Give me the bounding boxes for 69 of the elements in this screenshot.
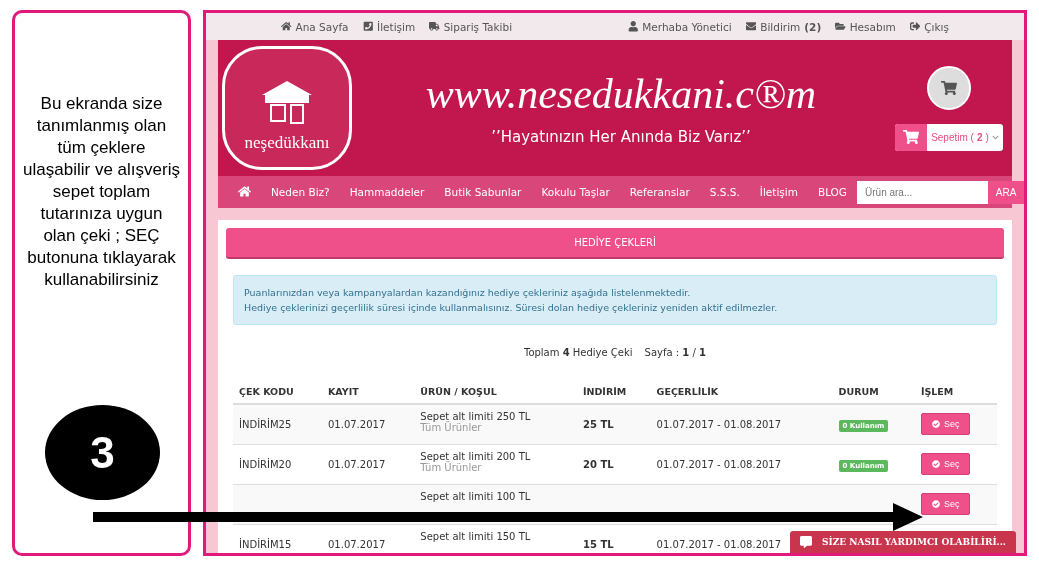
search-field[interactable]: Ürün ara... (857, 180, 988, 204)
nav-link[interactable]: S.S.S. (699, 186, 750, 198)
select-button[interactable]: Seç (920, 493, 971, 515)
truck-icon (429, 21, 440, 32)
link-label: İletişim (377, 20, 416, 33)
chat-widget[interactable]: SİZE NASIL YARDIMCI OLABİLİRİ... (789, 531, 1016, 553)
nav-link[interactable]: Butik Sabunlar (434, 186, 532, 198)
site-name: www.nesedukkani.c®m (425, 70, 817, 118)
section-title: HEDİYE ÇEKLERİ (226, 228, 1004, 259)
discount-amount: 15 TL (583, 538, 614, 550)
link-label: Hesabım (849, 20, 896, 33)
link-label: Ana Sayfa (295, 20, 349, 33)
created-date: 01.07.2017 (328, 458, 386, 470)
phone-icon (362, 21, 374, 32)
total-count: Toplam 4 Hediye Çeki (523, 347, 633, 358)
coupon-code: İNDİRİM25 (239, 418, 292, 430)
cart-button[interactable]: Sepetim ( 2 ) (895, 123, 1003, 151)
discount-amount: 25 TL (583, 418, 614, 430)
scope-text: Tüm Ürünler (420, 422, 483, 433)
link-label: Sipariş Takibi (443, 20, 513, 33)
top-bar-link[interactable]: Bildirim (2) (745, 20, 822, 33)
note-text: Bu ekranda size tanımlanmış olan tüm çeklere ulaşabilir ve alışveriş sepet toplam tutarınıza uygun olan çeki ; SEÇ butonuna tıklayarak kullanabilirsiniz (23, 93, 180, 291)
nav-link[interactable]: BLOG (807, 186, 857, 198)
logo-text: neşedükkanı (244, 133, 330, 153)
home-icon (281, 21, 292, 32)
cart-icon (903, 129, 920, 145)
top-bar-link[interactable]: Çıkış (909, 20, 949, 33)
nav-link[interactable]: İletişim (749, 186, 808, 198)
basket-icon (927, 65, 971, 110)
validity-range: 01.07.2017 - 01.08.2017 (656, 538, 782, 550)
discount-amount: 20 TL (583, 458, 614, 470)
coupon-code: İNDİRİM15 (239, 538, 292, 550)
logout-icon (909, 21, 921, 32)
validity-range: 01.07.2017 - 01.08.2017 (656, 418, 782, 430)
link-label: Çıkış (924, 20, 949, 33)
top-bar-link[interactable]: Hesabım (835, 20, 896, 33)
top-bar-link[interactable]: Ana Sayfa (281, 20, 349, 33)
nav-link[interactable]: Kokulu Taşlar (531, 186, 620, 198)
condition-text: Sepet alt limiti 150 TL (420, 530, 532, 542)
search-button[interactable]: ARA (988, 180, 1024, 204)
envelope-icon (745, 21, 757, 32)
select-button[interactable]: Seç (920, 453, 971, 475)
condition-text: Sepet alt limiti 100 TL (420, 490, 532, 502)
select-button[interactable]: Seç (920, 413, 971, 436)
user-icon (627, 21, 639, 32)
link-label: Bildirim (760, 20, 801, 33)
shop-logo[interactable]: neşedükkanı (222, 46, 352, 170)
home-icon (238, 184, 251, 198)
alert-text: Puanlarınızdan veya kampanyalardan kazandığınız hediye çekleriniz aşağıda listelenmektedir. (244, 286, 692, 300)
folder-icon (835, 21, 846, 32)
nav-link[interactable]: Neden Biz? (261, 186, 340, 198)
scope-text: Tüm Ürünler (420, 461, 483, 473)
alert-text: Hediye çeklerinizi geçerlilik süresi içinde kullanmalısınız. Süresi dolan hediye çekleriniz yeniden aktif edilmezler. (244, 301, 779, 315)
chat-icon (799, 536, 812, 548)
validity-range: 01.07.2017 - 01.08.2017 (656, 458, 782, 470)
slogan: ’’Hayatınızın Her Anında Biz Varız’’ (491, 128, 751, 146)
created-date: 01.07.2017 (328, 538, 386, 550)
condition-text: Sepet alt limiti 200 TL (420, 450, 532, 462)
nav-link[interactable]: Referanslar (619, 186, 700, 198)
nav-link[interactable]: Hammaddeler (339, 186, 435, 198)
notification-count: (2) (804, 20, 822, 33)
top-bar-link[interactable]: İletişim (362, 20, 416, 33)
chevron-down-icon (991, 133, 999, 141)
step-number: 3 (90, 427, 115, 478)
top-bar-link[interactable]: Sipariş Takibi (429, 20, 513, 33)
created-date: 01.07.2017 (328, 418, 386, 430)
page-indicator: Sayfa : 1 / 1 (644, 347, 707, 358)
condition-text: Sepet alt limiti 250 TL (420, 411, 532, 422)
coupon-code: İNDİRİM20 (239, 458, 292, 470)
